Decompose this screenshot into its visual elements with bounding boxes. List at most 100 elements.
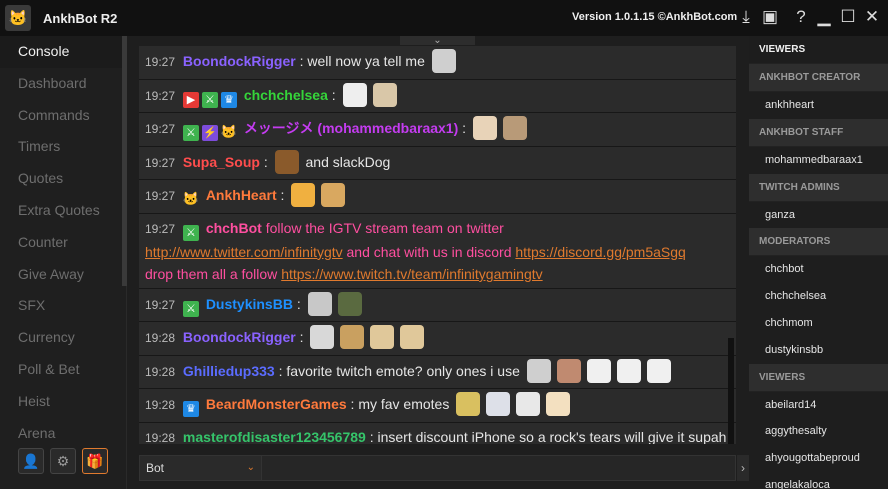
subscriber-badge-icon: ♛ [220, 91, 237, 108]
message-text: favorite twitch emote? only ones i use [286, 362, 520, 379]
chat-username[interactable]: BoondockRigger [183, 53, 296, 69]
cat-badge-icon: 🐱 [182, 191, 200, 206]
emote-icon [646, 358, 671, 383]
sidebar-item-poll-bet[interactable]: Poll & Bet [0, 354, 126, 386]
download-icon[interactable]: ⤓ [736, 7, 756, 27]
chat-username[interactable]: chchBot [206, 220, 262, 236]
chat-log: 19:27 BoondockRigger : well now ya tell … [139, 46, 736, 444]
viewer-item[interactable]: abeilard14 [749, 391, 888, 419]
sidebar-item-console[interactable]: Console [0, 36, 126, 68]
chat-message: 19:27 ⚔ ⚡ 🐱 メッージメ (mohammedbaraax1) : [139, 113, 736, 147]
title-bar: 🐱 AnkhBot R2 Version 1.0.1.15 ©AnkhBot.c… [0, 0, 888, 36]
emote-icon [400, 325, 425, 349]
staff-badge-icon: ⚡ [201, 125, 218, 141]
chat-message: 19:27 Supa_Soup : and slackDog [139, 146, 736, 180]
emote-icon [456, 392, 481, 416]
sidebar-item-counter[interactable]: Counter [0, 227, 126, 259]
emote-icon [372, 82, 397, 107]
send-arrow-icon[interactable]: › [737, 455, 749, 481]
sender-select[interactable]: Bot ⌄ [139, 455, 262, 481]
chat-message: 19:28 masterofdisaster123456789 : insert… [139, 422, 736, 445]
message-text: well now ya tell me [307, 53, 425, 69]
sidebar-item-give-away[interactable]: Give Away [0, 259, 126, 291]
sidebar-item-timers[interactable]: Timers [0, 131, 126, 163]
viewer-item[interactable]: chchchelsea [749, 283, 888, 310]
chat-input-bar: Bot ⌄ [139, 455, 736, 481]
emote-icon [310, 325, 335, 349]
viewer-item[interactable]: dustykinsbb [749, 336, 888, 364]
sidebar-item-heist[interactable]: Heist [0, 386, 126, 418]
chevron-down-icon[interactable]: ⌄ [400, 36, 475, 46]
settings-icon[interactable]: ⚙ [50, 448, 76, 474]
message-time: 19:28 [145, 430, 176, 445]
sidebar-scrollbar[interactable] [122, 36, 127, 286]
emote-icon [526, 358, 551, 383]
chat-username[interactable]: Ghilliedup333 [183, 363, 275, 379]
twitch-team-link[interactable]: https://www.twitch.tv/team/infinitygamin… [281, 266, 542, 282]
broadcaster-badge-icon: ▶ [182, 91, 199, 108]
sidebar-item-sfx[interactable]: SFX [0, 290, 126, 322]
emote-icon [337, 291, 362, 316]
sidebar-item-commands[interactable]: Commands [0, 100, 126, 132]
viewer-item[interactable]: mohammedbaraax1 [749, 146, 888, 174]
emote-icon [516, 392, 541, 416]
chat-username[interactable]: AnkhHeart [206, 187, 277, 203]
chat-message: 19:27 🐱 AnkhHeart : [139, 180, 736, 214]
minimize-icon[interactable]: ▁ [814, 7, 834, 27]
sidebar-item-currency[interactable]: Currency [0, 322, 126, 354]
gift-icon[interactable]: 🎁 [82, 448, 108, 474]
chat-username[interactable]: masterofdisaster123456789 [183, 429, 366, 445]
viewer-item[interactable]: ganza [749, 201, 888, 229]
cat-logo-icon: 🐱 [5, 5, 31, 31]
chat-username[interactable]: Supa_Soup [183, 154, 260, 170]
viewer-section-header: VIEWERS [749, 363, 888, 392]
chat-input[interactable] [262, 455, 736, 481]
emote-icon [546, 392, 571, 416]
viewers-panel: VIEWERS ANKHBOT CREATOR ankhheart ANKHBOT … [749, 36, 888, 489]
sidebar-item-quotes[interactable]: Quotes [0, 163, 126, 195]
sidebar-item-arena[interactable]: Arena [0, 418, 126, 450]
sender-select-value: Bot [146, 461, 165, 475]
chat-username[interactable]: chchchelsea [244, 87, 328, 103]
sidebar-item-extra-quotes[interactable]: Extra Quotes [0, 195, 126, 227]
viewer-item[interactable]: aggythesalty [749, 418, 888, 446]
emote-icon [472, 116, 497, 140]
viewer-item[interactable]: chchmom [749, 309, 888, 337]
help-icon[interactable]: ? [791, 7, 811, 27]
viewer-section-header: MODERATORS [749, 228, 888, 257]
chat-message: 19:27 ⚔ chchBot follow the IGTV stream t… [139, 213, 736, 289]
message-text: drop them all a follow [145, 266, 278, 282]
emote-icon [431, 49, 456, 73]
moderator-badge-icon: ⚔ [182, 300, 199, 317]
viewer-section-header: ANKHBOT CREATOR [749, 64, 888, 92]
message-time: 19:27 [145, 221, 176, 236]
message-time: 19:27 [145, 55, 176, 69]
chat-message: 19:28 ♛ BeardMonsterGames : my fav emote… [139, 389, 736, 423]
app-title: AnkhBot R2 [43, 10, 118, 26]
viewer-item[interactable]: chchbot [749, 256, 888, 284]
viewer-item[interactable]: angelakaloca [749, 471, 888, 489]
chat-username[interactable]: BoondockRigger [183, 329, 296, 345]
emote-icon [502, 116, 527, 140]
user-icon[interactable]: 👤 [18, 448, 44, 474]
chat-message: 19:28 Ghilliedup333 : favorite twitch em… [139, 355, 736, 389]
emote-icon [340, 325, 365, 349]
chevron-down-icon: ⌄ [246, 462, 255, 473]
chat-username[interactable]: DustykinsBB [206, 296, 293, 312]
viewer-item[interactable]: ankhheart [749, 92, 888, 119]
message-text: my fav emotes [358, 396, 450, 412]
emote-icon [586, 358, 611, 383]
chat-username[interactable]: メッージメ (mohammedbaraax1) [244, 120, 458, 136]
close-icon[interactable]: ✕ [862, 7, 882, 27]
discord-link[interactable]: https://discord.gg/pm5aSgq [515, 244, 685, 260]
emote-icon [307, 291, 332, 316]
viewer-section-header: TWITCH ADMINS [749, 173, 888, 202]
viewer-item[interactable]: ahyougottabeproud [749, 445, 888, 472]
twitter-link[interactable]: http://www.twitter.com/infinitygtv [145, 244, 343, 260]
chat-scrollbar[interactable] [728, 338, 734, 444]
save-icon[interactable]: ▣ [760, 7, 780, 27]
chat-username[interactable]: BeardMonsterGames [206, 396, 347, 412]
sidebar-item-dashboard[interactable]: Dashboard [0, 68, 126, 100]
message-time: 19:27 [145, 297, 176, 312]
maximize-icon[interactable]: ☐ [838, 7, 858, 27]
